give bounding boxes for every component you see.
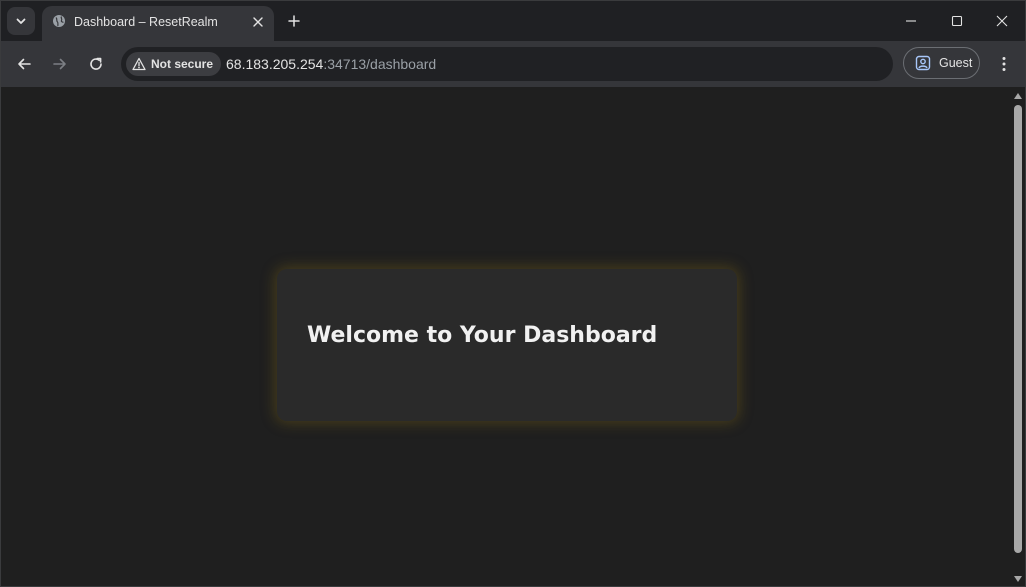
kebab-menu-icon <box>1002 57 1006 71</box>
profile-label: Guest <box>939 56 973 70</box>
dashboard-heading: Welcome to Your Dashboard <box>307 323 658 348</box>
forward-button[interactable] <box>47 51 73 77</box>
tab-title: Dashboard – ResetRealm <box>74 15 218 29</box>
tab-close-button[interactable] <box>249 13 267 31</box>
tab-dashboard[interactable]: Dashboard – ResetRealm <box>42 6 274 41</box>
scroll-up-arrow-icon[interactable] <box>1014 93 1022 99</box>
browser-window: Dashboard – ResetRealm Not secure 68.183… <box>0 0 1026 587</box>
browser-menu-button[interactable] <box>991 51 1017 77</box>
new-tab-button[interactable] <box>283 10 305 32</box>
plus-icon <box>288 15 300 27</box>
url-text[interactable]: 68.183.205.254:34713/dashboard <box>226 56 436 72</box>
close-icon <box>253 17 263 27</box>
close-window-button[interactable] <box>979 1 1025 41</box>
browser-toolbar: Not secure 68.183.205.254:34713/dashboar… <box>1 41 1025 87</box>
tab-search-button[interactable] <box>7 7 35 35</box>
maximize-icon <box>951 15 963 27</box>
tab-strip: Dashboard – ResetRealm <box>1 1 1025 41</box>
arrow-right-icon <box>53 58 66 70</box>
url-path: :34713/dashboard <box>323 56 437 72</box>
arrow-left-icon <box>18 58 31 70</box>
scroll-down-arrow-icon[interactable] <box>1014 576 1022 582</box>
site-security-chip[interactable]: Not secure <box>126 52 222 76</box>
minimize-button[interactable] <box>888 1 934 41</box>
welcome-card: Welcome to Your Dashboard <box>277 269 737 421</box>
globe-icon <box>53 15 65 27</box>
scrollbar-thumb[interactable] <box>1014 105 1022 553</box>
page-viewport: Welcome to Your Dashboard <box>1 87 1011 586</box>
reload-button[interactable] <box>83 51 109 77</box>
chevron-down-icon <box>16 18 26 24</box>
person-icon <box>915 55 931 71</box>
minimize-icon <box>906 20 916 22</box>
reload-icon <box>90 57 102 70</box>
warning-triangle-icon <box>132 57 146 71</box>
maximize-button[interactable] <box>934 1 980 41</box>
close-icon <box>996 15 1008 27</box>
profile-button[interactable]: Guest <box>903 47 980 79</box>
address-bar[interactable]: Not secure 68.183.205.254:34713/dashboar… <box>121 47 893 81</box>
url-host: 68.183.205.254 <box>226 56 324 72</box>
page-scrollbar[interactable] <box>1011 87 1025 586</box>
security-label: Not secure <box>151 57 214 71</box>
back-button[interactable] <box>11 51 37 77</box>
